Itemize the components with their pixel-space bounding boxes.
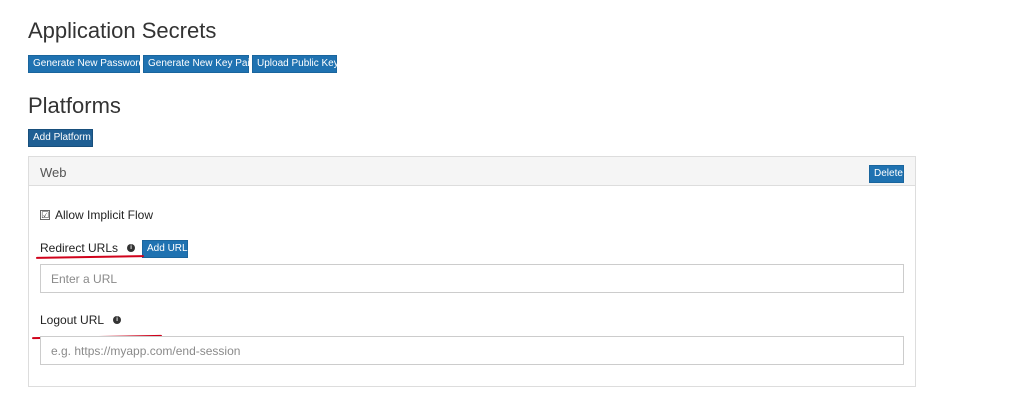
redirect-urls-label-group: Redirect URLs i: [40, 241, 136, 255]
delete-platform-button[interactable]: Delete: [869, 165, 904, 183]
allow-implicit-flow-label: Allow Implicit Flow: [55, 208, 154, 222]
redirect-info-icon[interactable]: i: [127, 244, 136, 252]
application-secrets-title: Application Secrets: [28, 18, 217, 43]
logout-url-input[interactable]: [40, 336, 904, 365]
redirect-urls-label: Redirect URLs: [40, 241, 119, 255]
generate-new-password-button[interactable]: Generate New Password: [28, 55, 144, 73]
web-panel-header: Web Delete: [29, 157, 915, 186]
web-panel-title: Web: [40, 165, 67, 180]
allow-implicit-flow-checkbox[interactable]: ☑: [40, 210, 50, 220]
add-platform-button[interactable]: Add Platform: [28, 129, 93, 147]
redirect-red-underline-annotation: [35, 255, 145, 259]
allow-implicit-flow-row[interactable]: ☑ Allow Implicit Flow: [40, 208, 153, 222]
upload-public-key-button[interactable]: Upload Public Key: [252, 55, 339, 73]
platforms-title: Platforms: [28, 93, 121, 118]
generate-new-key-pair-button[interactable]: Generate New Key Pair: [143, 55, 253, 73]
web-platform-panel: Web Delete ☑ Allow Implicit Flow Redirec…: [28, 156, 916, 387]
logout-url-label: Logout URL: [40, 313, 105, 327]
logout-url-label-group: Logout URL i: [40, 313, 122, 327]
add-url-button[interactable]: Add URL: [142, 240, 188, 258]
logout-info-icon[interactable]: i: [113, 316, 122, 324]
app-registration-page: Application Secrets Generate New Passwor…: [0, 0, 1024, 414]
redirect-url-input[interactable]: [40, 264, 904, 293]
